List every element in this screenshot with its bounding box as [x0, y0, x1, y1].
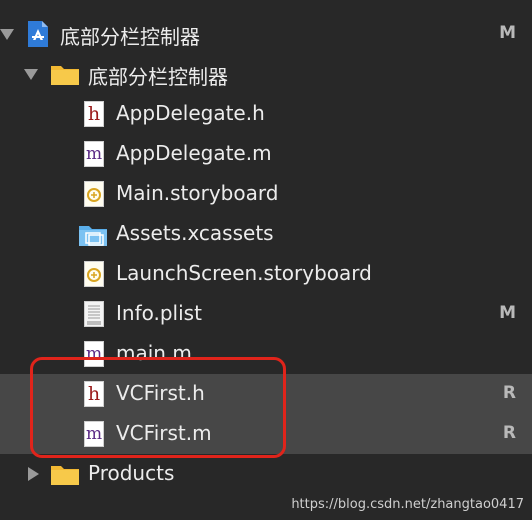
file-label: Info.plist	[116, 301, 202, 325]
file-row[interactable]: h AppDelegate.h	[0, 94, 532, 134]
disclosure-open-icon[interactable]	[24, 69, 38, 80]
products-row[interactable]: Products	[0, 454, 532, 494]
xcode-project-icon	[26, 20, 50, 52]
file-label: AppDelegate.m	[116, 141, 272, 165]
storyboard-icon	[84, 261, 104, 291]
status-badge: R	[502, 383, 516, 403]
project-row[interactable]: 底部分栏控制器 M	[0, 14, 532, 54]
file-row[interactable]: Main.storyboard	[0, 174, 532, 214]
file-row[interactable]: LaunchScreen.storyboard	[0, 254, 532, 294]
asset-catalog-icon	[78, 223, 108, 251]
file-label: LaunchScreen.storyboard	[116, 261, 372, 285]
header-file-icon: h	[84, 101, 104, 127]
project-label: 底部分栏控制器	[60, 25, 200, 49]
file-label: Main.storyboard	[116, 181, 279, 205]
plist-icon	[84, 301, 104, 331]
storyboard-icon	[84, 181, 104, 211]
status-badge: M	[499, 303, 516, 323]
status-badge: R	[502, 423, 516, 443]
file-row[interactable]: m AppDelegate.m	[0, 134, 532, 174]
file-label: Assets.xcassets	[116, 221, 274, 245]
status-badge: M	[499, 23, 516, 43]
folder-icon	[50, 62, 80, 90]
group-row[interactable]: 底部分栏控制器	[0, 54, 532, 94]
file-row[interactable]: Assets.xcassets	[0, 214, 532, 254]
file-label: AppDelegate.h	[116, 101, 265, 125]
disclosure-open-icon[interactable]	[0, 29, 14, 40]
disclosure-closed-icon[interactable]	[28, 467, 39, 481]
group-label: 底部分栏控制器	[88, 65, 228, 89]
watermark: https://blog.csdn.net/zhangtao0417	[291, 497, 524, 512]
file-row[interactable]: Info.plist M	[0, 294, 532, 334]
products-label: Products	[88, 461, 175, 485]
highlight-annotation	[30, 357, 286, 458]
implementation-file-icon: m	[84, 141, 104, 167]
folder-icon	[50, 462, 80, 490]
